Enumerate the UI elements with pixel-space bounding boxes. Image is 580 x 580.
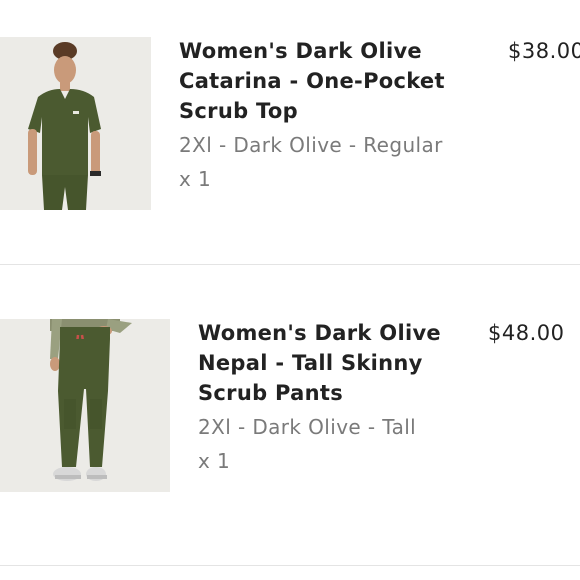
product-image-scrub-top[interactable] xyxy=(0,37,151,210)
product-variant: 2Xl - Dark Olive - Regular xyxy=(179,133,443,157)
cart-items-list: Women's Dark Olive Catarina - One-Pocket… xyxy=(0,0,580,580)
product-name[interactable]: Women's Dark Olive Catarina - One-Pocket… xyxy=(179,36,479,126)
product-quantity: x 1 xyxy=(198,449,231,473)
scrub-pants-image xyxy=(0,319,170,492)
cart-item: Women's Dark Olive Catarina - One-Pocket… xyxy=(0,0,580,264)
product-quantity: x 1 xyxy=(179,167,212,191)
product-image-scrub-pants[interactable] xyxy=(0,319,170,492)
cart-item: Women's Dark Olive Nepal - Tall Skinny S… xyxy=(0,265,580,565)
product-variant: 2Xl - Dark Olive - Tall xyxy=(198,415,417,439)
product-price: $48.00 xyxy=(488,321,565,345)
divider xyxy=(0,565,580,566)
product-price: $38.00 xyxy=(508,39,580,63)
scrub-top-image xyxy=(0,37,151,210)
product-name[interactable]: Women's Dark Olive Nepal - Tall Skinny S… xyxy=(198,318,478,408)
